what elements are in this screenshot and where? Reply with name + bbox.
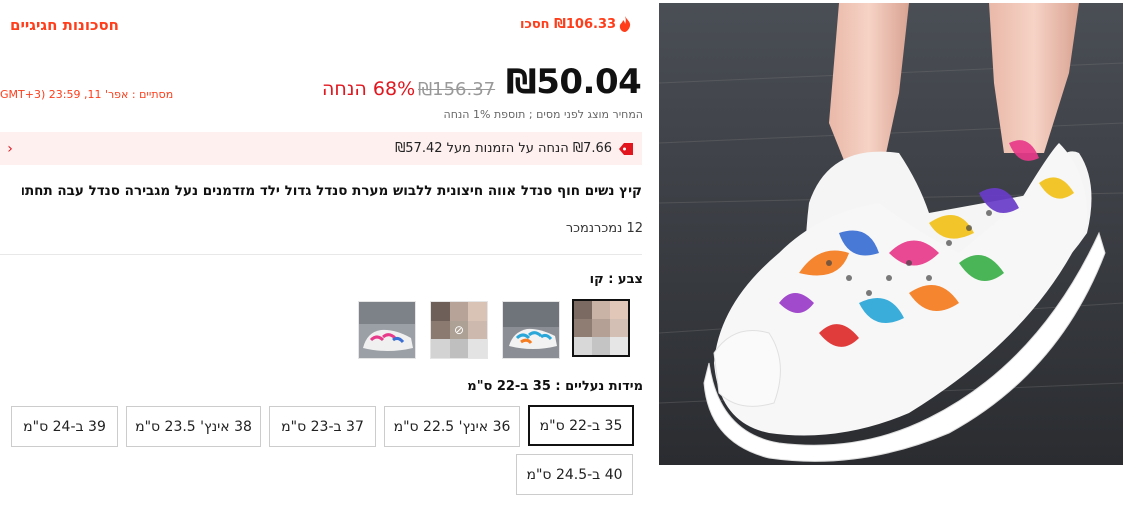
color-swatch-3[interactable]: ⊘ bbox=[430, 301, 488, 359]
divider bbox=[0, 254, 642, 255]
shoe-photo bbox=[659, 3, 1123, 465]
chevron-right-icon[interactable]: › bbox=[0, 132, 20, 165]
swatch-shoe-thumb bbox=[503, 302, 559, 358]
original-price: ₪156.37 bbox=[418, 79, 496, 100]
coupon-banner[interactable]: › ₪7.66 הנחה על הזמנות מעל ₪57.42 bbox=[0, 132, 642, 165]
coupon-text: ₪7.66 הנחה על הזמנות מעל ₪57.42 bbox=[395, 141, 612, 156]
size-option-39[interactable]: 39 ב-24 ס"מ bbox=[11, 406, 118, 447]
save-text: ₪106.33 חסכו bbox=[520, 16, 617, 32]
current-price: ₪50.04 bbox=[506, 62, 642, 102]
size-option-36[interactable]: 36 אינץ' 22.5 ס"מ bbox=[384, 406, 520, 447]
color-label: צבע : קו bbox=[589, 272, 643, 287]
product-main-image[interactable] bbox=[659, 3, 1123, 465]
placeholder-image: ⊘ bbox=[431, 302, 487, 358]
discount-percent: 68% הנחה bbox=[322, 78, 416, 100]
coupon-tag-icon bbox=[619, 142, 633, 155]
swatch-shoe-thumb bbox=[359, 302, 415, 358]
color-swatch-2[interactable] bbox=[502, 301, 560, 359]
color-swatch-1[interactable] bbox=[572, 299, 630, 357]
sold-count: 12 נמכרנמכר bbox=[565, 221, 643, 236]
deal-countdown: מסתיים : אפר' 11, 23:59 (GMT+3 bbox=[0, 88, 174, 101]
flame-icon bbox=[619, 16, 631, 32]
size-option-37[interactable]: 37 ב-23 ס"מ bbox=[269, 406, 376, 447]
coupon-offer: ₪7.66 הנחה על הזמנות מעל ₪57.42 bbox=[395, 141, 634, 156]
size-option-38[interactable]: 38 אינץ' 23.5 ס"מ bbox=[126, 406, 261, 447]
size-label: מידות נעליים : 35 ב-22 ס"מ bbox=[467, 379, 643, 394]
festival-savings-label: חסכונות חגיגיים bbox=[10, 16, 119, 34]
product-title: קיץ נשים חוף סנדל אווה חיצונית ללבוש מער… bbox=[22, 183, 642, 199]
placeholder-image bbox=[574, 301, 628, 355]
save-amount: ₪106.33 חסכו bbox=[520, 16, 632, 32]
size-option-35[interactable]: 35 ב-22 ס"מ bbox=[528, 405, 634, 446]
price-note: המחיר מוצג לפני מסים ; תוספת 1% הנחה bbox=[443, 108, 643, 121]
color-swatch-4[interactable] bbox=[358, 301, 416, 359]
size-option-40[interactable]: 40 ב-24.5 ס"מ bbox=[516, 454, 633, 495]
